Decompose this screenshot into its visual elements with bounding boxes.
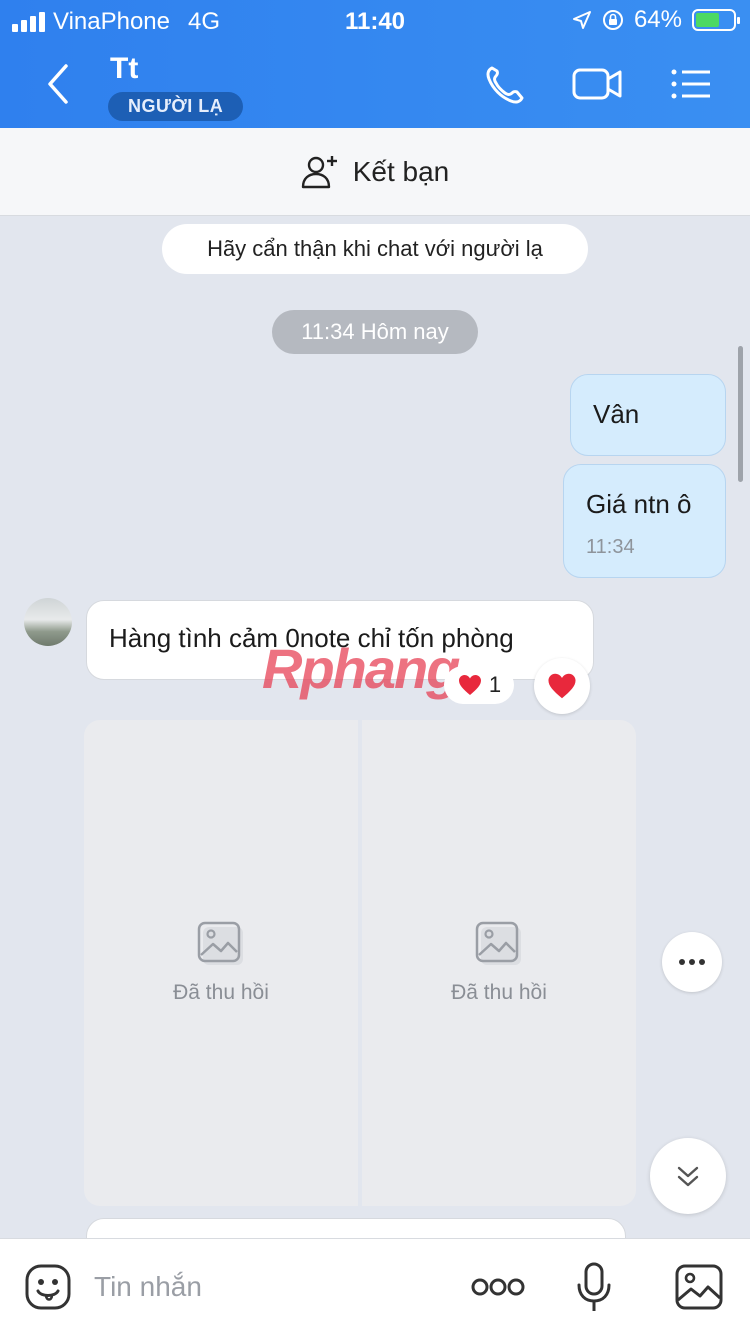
recalled-label: Đã thu hồi xyxy=(451,981,547,1004)
stranger-badge: NGƯỜI LẠ xyxy=(108,92,244,121)
image-placeholder-icon xyxy=(475,921,521,965)
add-friend-label: Kết bạn xyxy=(352,155,450,187)
emoji-icon[interactable] xyxy=(24,1263,72,1311)
image-gallery-icon[interactable] xyxy=(674,1263,724,1311)
message-input[interactable] xyxy=(94,1269,434,1305)
battery-icon xyxy=(692,9,740,31)
scrollbar[interactable] xyxy=(738,346,743,482)
chat-area[interactable]: Hãy cẩn thận khi chat với người lạ 11:34… xyxy=(0,216,750,1238)
phone-call-icon[interactable] xyxy=(482,62,532,106)
recalled-image[interactable]: Đã thu hồi xyxy=(362,720,636,1206)
more-actions-icon[interactable] xyxy=(470,1275,526,1299)
menu-icon[interactable] xyxy=(666,62,716,106)
time-divider: 11:34 Hôm nay xyxy=(272,310,478,354)
message-text: Vân xyxy=(593,399,640,429)
watermark: Rphang xyxy=(262,637,460,700)
back-icon[interactable] xyxy=(40,60,80,108)
composer-bar xyxy=(0,1238,750,1334)
add-user-icon xyxy=(301,155,337,188)
reaction-summary[interactable]: 1 xyxy=(444,666,514,704)
message-text: Giá ntn ô xyxy=(586,489,692,519)
reaction-count: 1 xyxy=(488,672,502,697)
scroll-to-bottom-button[interactable] xyxy=(650,1138,726,1214)
react-heart-button[interactable] xyxy=(534,658,590,714)
video-call-icon[interactable] xyxy=(570,62,626,106)
recalled-image[interactable]: Đã thu hồi xyxy=(84,720,358,1206)
avatar[interactable] xyxy=(24,598,72,646)
microphone-icon[interactable] xyxy=(574,1261,614,1315)
rotation-lock-icon xyxy=(602,10,623,30)
contact-name[interactable]: Tt xyxy=(110,52,138,86)
battery-percent: 64% xyxy=(633,6,682,33)
heart-icon xyxy=(458,675,481,695)
chat-header: VinaPhone 4G 11:40 64% Tt NGƯỜI LẠ xyxy=(0,0,750,128)
nav-bar: Tt NGƯỜI LẠ xyxy=(0,40,750,128)
more-options-button[interactable] xyxy=(662,932,722,992)
message-bubble-other[interactable] xyxy=(86,1218,626,1238)
status-bar: VinaPhone 4G 11:40 64% xyxy=(0,0,750,40)
image-placeholder-icon xyxy=(197,921,243,965)
heart-icon xyxy=(548,673,576,699)
status-right: 64% xyxy=(572,6,740,34)
recalled-label: Đã thu hồi xyxy=(173,981,269,1004)
add-friend-button[interactable]: Kết bạn xyxy=(0,128,750,216)
message-bubble-me[interactable]: Vân xyxy=(570,374,726,456)
message-time: 11:34 xyxy=(586,536,635,558)
stranger-warning: Hãy cẩn thận khi chat với người lạ xyxy=(162,224,588,274)
more-dots-icon xyxy=(679,959,705,965)
message-bubble-me[interactable]: Giá ntn ô 11:34 xyxy=(563,464,726,578)
chevron-double-down-icon xyxy=(677,1166,699,1187)
location-icon xyxy=(572,11,591,29)
